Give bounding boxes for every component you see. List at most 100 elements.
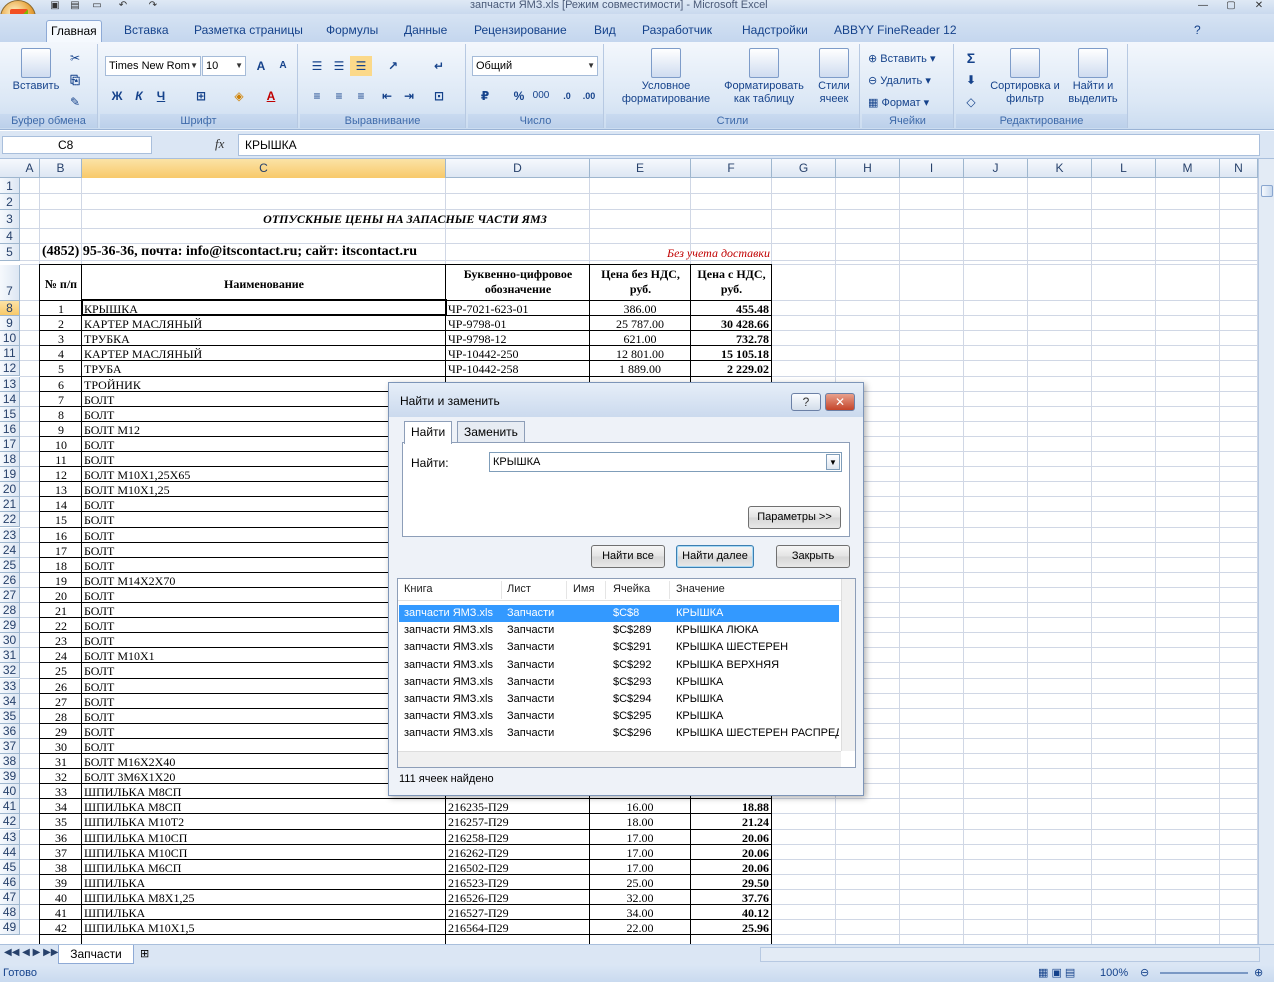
tab-developer[interactable]: Разработчик (638, 20, 716, 42)
cell-code[interactable]: 216257-П29 (448, 815, 588, 829)
undo-icon[interactable]: ↶ (116, 0, 130, 12)
font-name-select[interactable]: Times New Rom ▼ (105, 56, 201, 76)
currency-icon[interactable]: ₽ (474, 86, 496, 106)
cell-price-novat[interactable]: 22.00 (592, 921, 688, 935)
row-header[interactable]: 38 (0, 754, 20, 770)
dialog-close-button[interactable]: ✕ (825, 393, 855, 411)
grow-font-button[interactable]: A (250, 56, 272, 76)
header-price-vat[interactable]: Цена с НДС, руб. (693, 267, 770, 297)
save-icon[interactable]: ▣ (48, 0, 62, 12)
tab-insert[interactable]: Вставка (120, 20, 173, 42)
cell-num[interactable]: 41 (40, 906, 82, 920)
cell-name[interactable]: ШПИЛЬКА М8Х1,25 (84, 891, 444, 905)
zoom-slider[interactable] (1160, 972, 1248, 974)
row-header[interactable]: 34 (0, 693, 20, 709)
increase-decimal-icon[interactable]: .0 (556, 86, 578, 106)
cut-icon[interactable]: ✂ (64, 48, 86, 68)
redo-icon[interactable]: ↷ (146, 0, 160, 12)
row-header[interactable]: 7 (0, 265, 20, 301)
row-header[interactable]: 29 (0, 618, 20, 634)
cell-num[interactable]: 27 (40, 695, 82, 709)
align-bottom-icon[interactable]: ☰ (350, 56, 372, 76)
row-header[interactable]: 1 (0, 178, 20, 194)
cell-price-vat[interactable]: 21.24 (693, 815, 769, 829)
col-value[interactable]: Значение (676, 583, 725, 595)
fx-icon[interactable]: fx (215, 136, 224, 152)
cell-num[interactable]: 10 (40, 438, 82, 452)
column-header-k[interactable]: K (1028, 159, 1092, 178)
cell-price-novat[interactable]: 17.00 (592, 846, 688, 860)
orientation-icon[interactable]: ↗ (382, 56, 404, 76)
chevron-down-icon[interactable]: ▼ (826, 454, 840, 470)
cell-num[interactable]: 31 (40, 755, 82, 769)
row-header[interactable]: 18 (0, 452, 20, 468)
header-num[interactable]: № п/п (40, 277, 82, 291)
result-row[interactable]: запчасти ЯМЗ.xls Запчасти $C$289 КРЫШКА ЛЮК… (399, 622, 839, 639)
cell-code[interactable]: 216262-П29 (448, 846, 588, 860)
number-format-select[interactable]: Общий ▼ (472, 56, 598, 76)
cell-num[interactable]: 21 (40, 604, 82, 618)
column-header-f[interactable]: F (691, 159, 772, 178)
cell-name[interactable]: ТРУБКА (84, 332, 444, 346)
cell-price-novat[interactable]: 25 787.00 (592, 317, 688, 331)
row-header[interactable]: 2 (0, 194, 20, 210)
column-header-c[interactable]: C (82, 159, 446, 178)
cell-num[interactable]: 17 (40, 544, 82, 558)
row-header[interactable]: 42 (0, 814, 20, 830)
cell-code[interactable]: ЧР-9798-12 (448, 332, 588, 346)
tab-addins[interactable]: Надстройки (738, 20, 812, 42)
row-header[interactable]: 47 (0, 889, 20, 905)
cell-code[interactable]: 216527-П29 (448, 906, 588, 920)
cell-num[interactable]: 7 (40, 393, 82, 407)
cell-price-novat[interactable]: 17.00 (592, 861, 688, 875)
row-header[interactable]: 21 (0, 497, 20, 513)
cell-num[interactable]: 35 (40, 815, 82, 829)
row-header[interactable]: 14 (0, 391, 20, 407)
cell-num[interactable]: 6 (40, 378, 82, 392)
cell-num[interactable]: 42 (40, 921, 82, 935)
cell-price-vat[interactable]: 40.12 (693, 906, 769, 920)
row-header[interactable]: 40 (0, 784, 20, 800)
row-header[interactable]: 15 (0, 406, 20, 422)
row-header[interactable]: 5 (0, 244, 20, 261)
tab-view[interactable]: Вид (590, 20, 620, 42)
column-header-m[interactable]: M (1156, 159, 1220, 178)
delivery-note[interactable]: Без учета доставки (600, 246, 770, 260)
col-cell[interactable]: Ячейка (613, 583, 650, 595)
find-next-button[interactable]: Найти далее (676, 545, 754, 568)
column-header-h[interactable]: H (836, 159, 900, 178)
row-header[interactable]: 30 (0, 633, 20, 649)
font-size-select[interactable]: 10 ▼ (202, 56, 246, 76)
cell-num[interactable]: 14 (40, 498, 82, 512)
format-cells-button[interactable]: ▦ Формат ▾ (868, 94, 929, 112)
underline-button[interactable]: Ч (150, 86, 172, 106)
align-right-icon[interactable]: ≡ (350, 86, 372, 106)
row-header[interactable]: 10 (0, 331, 20, 347)
cell-name[interactable]: КАРТЕР МАСЛЯНЫЙ (84, 317, 444, 331)
align-top-icon[interactable]: ☰ (306, 56, 328, 76)
view-buttons-icon[interactable]: ▦ ▣ ▤ (1038, 964, 1075, 982)
wrap-text-icon[interactable]: ↵ (428, 56, 450, 76)
cell-price-novat[interactable]: 32.00 (592, 891, 688, 905)
thousands-button[interactable]: 000 (530, 86, 552, 106)
cell-code[interactable]: ЧР-9798-01 (448, 317, 588, 331)
find-all-button[interactable]: Найти все (591, 545, 665, 568)
cell-num[interactable]: 16 (40, 529, 82, 543)
autosum-button[interactable]: Σ (960, 48, 982, 68)
result-row[interactable]: запчасти ЯМЗ.xls Запчасти $C$292 КРЫШКА ВЕР… (399, 657, 839, 674)
paste-button[interactable]: Вставить (8, 48, 64, 93)
zoom-level[interactable]: 100% (1100, 964, 1128, 982)
cell-num[interactable]: 22 (40, 619, 82, 633)
cell-code[interactable]: ЧР-10442-258 (448, 362, 588, 376)
row-header[interactable]: 13 (0, 376, 20, 392)
cell-price-vat[interactable]: 455.48 (693, 302, 769, 316)
cell-name[interactable]: ШПИЛЬКА М6СП (84, 861, 444, 875)
parameters-button[interactable]: Параметры >> (748, 506, 841, 529)
col-sheet[interactable]: Лист (507, 583, 531, 595)
result-row[interactable]: запчасти ЯМЗ.xls Запчасти $C$8 КРЫШКА (399, 605, 839, 622)
sheet-title[interactable]: ОТПУСКНЫЕ ЦЕНЫ НА ЗАПАСНЫЕ ЧАСТИ ЯМЗ (82, 212, 728, 226)
cell-code[interactable]: 216523-П29 (448, 876, 588, 890)
row-header[interactable]: 25 (0, 557, 20, 573)
cell-price-vat[interactable]: 20.06 (693, 831, 769, 845)
column-header-i[interactable]: I (900, 159, 964, 178)
